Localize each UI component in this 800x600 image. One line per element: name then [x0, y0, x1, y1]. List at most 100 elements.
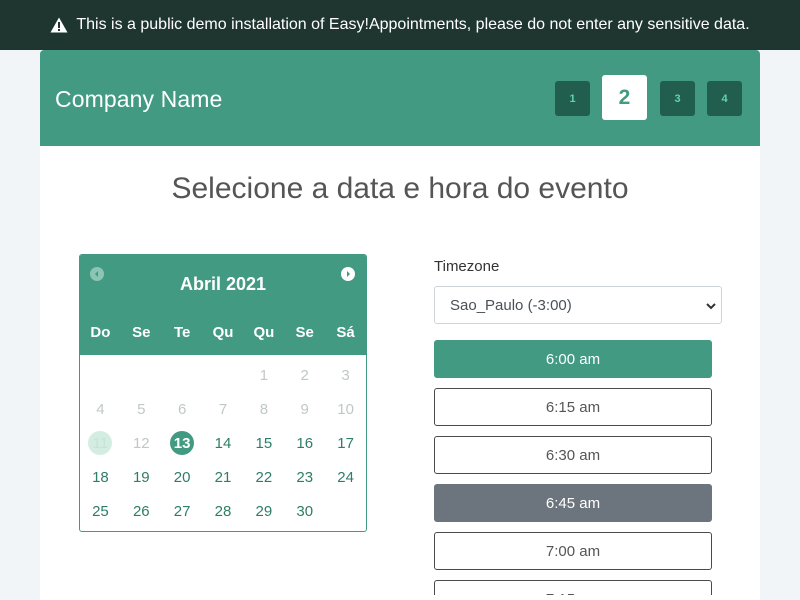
calendar-day[interactable]: 28 — [203, 494, 244, 528]
calendar-empty-cell — [121, 358, 162, 392]
calendar-day-number: 2 — [300, 366, 309, 384]
calendar-day-number: 9 — [300, 400, 309, 418]
calendar-day-number: 20 — [173, 468, 191, 486]
calendar-day-disabled: 6 — [162, 392, 203, 426]
calendar-empty-cell — [80, 358, 121, 392]
company-name: Company Name — [55, 86, 223, 112]
time-slot-button[interactable]: 7:15 am — [434, 580, 712, 595]
calendar-day-today: 11 — [80, 426, 121, 460]
calendar-day[interactable]: 18 — [80, 460, 121, 494]
weekday-label: Qu — [212, 324, 234, 341]
weekday-label: Se — [295, 324, 314, 341]
calendar-day-number: 30 — [296, 502, 314, 520]
calendar-day-disabled: 7 — [203, 392, 244, 426]
calendar-day-number: 19 — [132, 468, 150, 486]
banner-text: This is a public demo installation of Ea… — [76, 16, 750, 33]
calendar-day-number: 6 — [177, 400, 187, 418]
calendar-day-number: 11 — [88, 431, 113, 455]
calendar-day[interactable]: 20 — [162, 460, 203, 494]
time-slot-button[interactable]: 6:15 am — [434, 388, 712, 426]
calendar-day[interactable]: 27 — [162, 494, 203, 528]
calendar-day[interactable]: 21 — [203, 460, 244, 494]
calendar-day-number: 1 — [259, 366, 269, 384]
calendar-day[interactable]: 30 — [284, 494, 325, 528]
booking-header: Company Name 1 2 3 4 — [40, 50, 760, 146]
calendar-day-disabled: 5 — [121, 392, 162, 426]
calendar-empty-cell — [325, 494, 366, 528]
weekday-label: Se — [132, 324, 151, 341]
warning-icon — [50, 17, 68, 33]
time-slot-button[interactable]: 6:00 am — [434, 340, 712, 378]
calendar-day-disabled: 8 — [243, 392, 284, 426]
calendar-week-row: 18 19 20 21 22 23 24 — [80, 460, 366, 494]
chevron-down-icon — [705, 299, 717, 316]
calendar-day-disabled: 3 — [325, 358, 366, 392]
time-slot-list: 6:00 am 6:15 am 6:30 am 6:45 am 7:00 am 7:15 … — [434, 340, 712, 595]
calendar-day[interactable]: 15 — [243, 426, 284, 460]
weekday-label: Te — [173, 324, 191, 341]
step-2-indicator: 2 — [602, 75, 647, 120]
timezone-label: Timezone — [434, 258, 500, 275]
calendar-month-label: Abril 2021 — [179, 274, 267, 294]
calendar-day-number: 29 — [255, 502, 273, 520]
calendar-week-row: 1 2 3 — [80, 358, 366, 392]
calendar-day[interactable]: 24 — [325, 460, 366, 494]
booking-card: Company Name 1 2 3 4 Selecione a data e … — [40, 50, 760, 600]
step-4-indicator: 4 — [707, 81, 742, 116]
demo-warning-banner: This is a public demo installation of Ea… — [0, 0, 800, 50]
time-slot-button[interactable]: 7:00 am — [434, 532, 712, 570]
calendar-day-number: 5 — [137, 400, 146, 418]
calendar-day-disabled: 12 — [121, 426, 162, 460]
calendar-day-number: 7 — [218, 400, 228, 418]
calendar-day-number: 26 — [132, 502, 150, 520]
calendar-day-number: 14 — [214, 434, 232, 452]
calendar-day-disabled: 1 — [243, 358, 284, 392]
calendar-header: Abril 2021 Do Se Te Qu Qu Se Sá — [80, 255, 366, 355]
calendar-day-number: 17 — [337, 434, 354, 452]
timezone-selected-value: Sao_Paulo (-3:00) — [450, 296, 572, 314]
calendar-day-disabled: 10 — [325, 392, 366, 426]
timezone-select[interactable]: Sao_Paulo (-3:00) — [434, 286, 722, 324]
calendar-day-number: 13 — [170, 431, 195, 455]
calendar-day[interactable]: 16 — [284, 426, 325, 460]
calendar-day-number: 12 — [132, 434, 150, 452]
calendar-day[interactable]: 17 — [325, 426, 366, 460]
weekday-label: Sá — [336, 324, 355, 341]
calendar-day-number: 28 — [214, 502, 232, 520]
calendar-day-number: 3 — [341, 366, 350, 384]
calendar-day-number: 27 — [173, 502, 191, 520]
calendar-day-number: 22 — [255, 468, 273, 486]
time-slot-button[interactable]: 6:45 am — [434, 484, 712, 522]
chevron-right-icon[interactable] — [341, 267, 355, 281]
calendar-day[interactable]: 23 — [284, 460, 325, 494]
calendar-day-number: 15 — [255, 434, 273, 452]
step-1-indicator: 1 — [555, 81, 590, 116]
calendar-day-number: 10 — [337, 400, 354, 418]
calendar-empty-cell — [162, 358, 203, 392]
calendar-day-number: 4 — [96, 400, 105, 418]
weekday-header-row: Do Se Te Qu Qu Se Sá — [80, 324, 366, 341]
calendar-day-number: 24 — [337, 468, 354, 486]
calendar-day[interactable]: 26 — [121, 494, 162, 528]
calendar-day-disabled: 2 — [284, 358, 325, 392]
time-slot-button[interactable]: 6:30 am — [434, 436, 712, 474]
page-title: Selecione a data e hora do evento — [171, 172, 629, 205]
calendar-day[interactable]: 14 — [203, 426, 244, 460]
date-picker: Abril 2021 Do Se Te Qu Qu Se Sá 12345678… — [79, 254, 367, 532]
calendar-day-disabled: 9 — [284, 392, 325, 426]
calendar-day[interactable]: 25 — [80, 494, 121, 528]
calendar-day[interactable]: 29 — [243, 494, 284, 528]
calendar-days-grid: 1 2 3 4 5 6 7 8 9 10 11 12 13 14 15 16 17 18 19 20 21 22 23 24 2… — [80, 358, 366, 528]
calendar-day-number: 8 — [259, 400, 269, 418]
calendar-empty-cell — [203, 358, 244, 392]
calendar-week-row: 4 5 6 7 8 9 10 — [80, 392, 366, 426]
calendar-day[interactable]: 19 — [121, 460, 162, 494]
calendar-day[interactable]: 22 — [243, 460, 284, 494]
step-3-indicator: 3 — [660, 81, 695, 116]
calendar-day-selected[interactable]: 13 — [162, 426, 203, 460]
calendar-week-row: 25 26 27 28 29 30 — [80, 494, 366, 528]
calendar-day-number: 16 — [296, 434, 314, 452]
weekday-label: Do — [90, 324, 111, 341]
weekday-label: Qu — [253, 324, 275, 341]
calendar-day-disabled: 4 — [80, 392, 121, 426]
